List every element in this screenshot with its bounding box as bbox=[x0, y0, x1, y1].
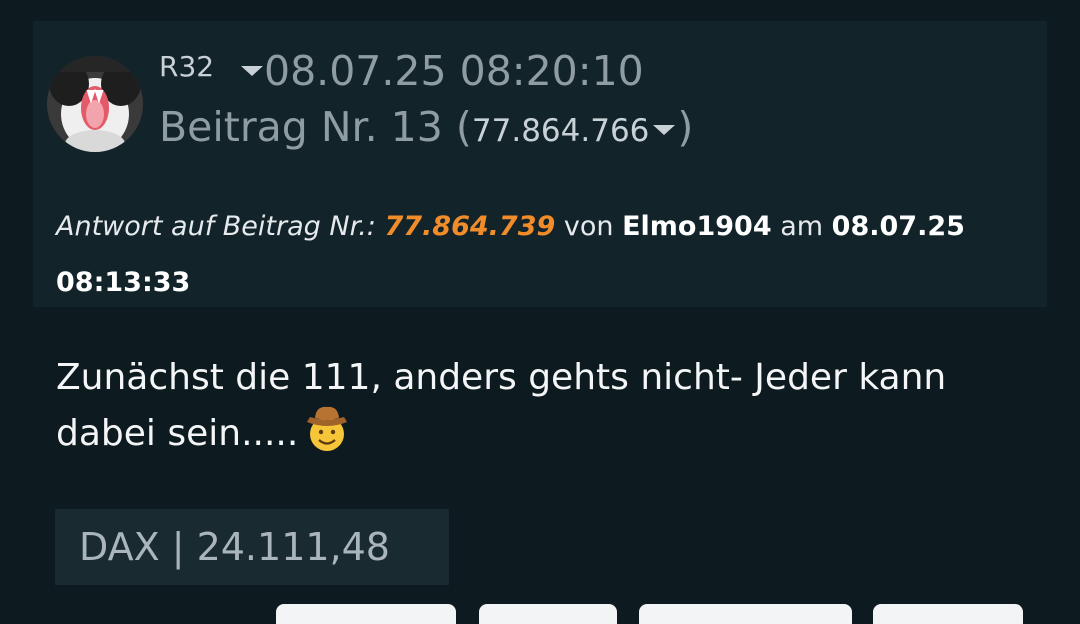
ticker-badge[interactable]: DAX | 24.111,48 bbox=[55, 509, 449, 585]
post-username[interactable]: R32 bbox=[159, 50, 214, 84]
user-avatar[interactable] bbox=[47, 56, 143, 152]
action-button-4[interactable] bbox=[873, 604, 1023, 624]
reply-author-link[interactable]: Elmo1904 bbox=[622, 211, 772, 242]
reply-label: Antwort auf Beitrag Nr.: bbox=[56, 211, 376, 242]
post-number-label: Beitrag Nr. 13 ( bbox=[159, 103, 472, 151]
reply-by-label: von bbox=[563, 211, 614, 242]
reply-reference-link[interactable]: 77.864.739 bbox=[384, 211, 555, 242]
ticker-text: DAX | 24.111,48 bbox=[79, 525, 390, 569]
reply-at-label: am bbox=[780, 211, 824, 242]
user-menu-caret-icon[interactable] bbox=[241, 66, 263, 76]
reply-reference: Antwort auf Beitrag Nr.: 77.864.739 von … bbox=[56, 199, 1016, 311]
action-button-3[interactable] bbox=[639, 604, 852, 624]
post-id-caret-icon[interactable] bbox=[653, 125, 676, 135]
post-number-line: Beitrag Nr. 13 (77.864.766) bbox=[159, 104, 693, 154]
post-timestamp: 08.07.25 08:20:10 bbox=[264, 47, 644, 95]
cowboy-hat-face-icon bbox=[304, 405, 350, 469]
cat-avatar-image bbox=[47, 56, 143, 152]
reply-time: 08:13:33 bbox=[56, 267, 191, 298]
action-button-2[interactable] bbox=[479, 604, 617, 624]
post-body-text: Zunächst die 111, anders gehts nicht- Je… bbox=[56, 357, 947, 454]
reply-date: 08.07.25 bbox=[831, 211, 965, 242]
post-id-link[interactable]: 77.864.766 bbox=[472, 113, 650, 149]
post-body: Zunächst die 111, anders gehts nicht- Je… bbox=[56, 350, 1046, 469]
action-button-1[interactable] bbox=[276, 604, 456, 624]
post-number-close: ) bbox=[677, 103, 694, 151]
